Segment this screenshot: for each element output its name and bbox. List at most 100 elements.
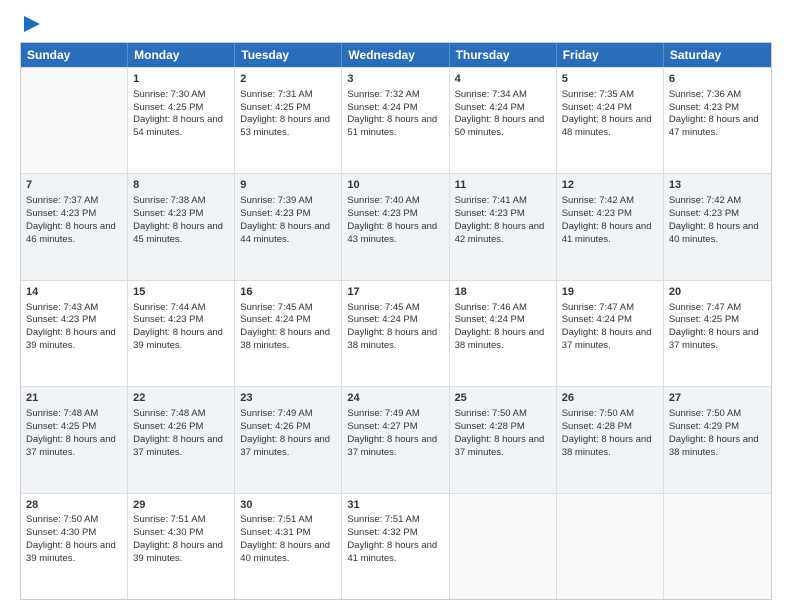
- cell-sun-info: Sunrise: 7:36 AM Sunset: 4:23 PM Dayligh…: [669, 89, 766, 140]
- calendar-header: SundayMondayTuesdayWednesdayThursdayFrid…: [21, 43, 771, 67]
- day-cell-20: 20Sunrise: 7:47 AM Sunset: 4:25 PM Dayli…: [664, 281, 771, 386]
- cell-sun-info: Sunrise: 7:40 AM Sunset: 4:23 PM Dayligh…: [347, 195, 443, 246]
- cell-sun-info: Sunrise: 7:31 AM Sunset: 4:25 PM Dayligh…: [240, 89, 336, 140]
- cell-sun-info: Sunrise: 7:51 AM Sunset: 4:30 PM Dayligh…: [133, 514, 229, 565]
- cell-sun-info: Sunrise: 7:34 AM Sunset: 4:24 PM Dayligh…: [455, 89, 551, 140]
- day-cell-23: 23Sunrise: 7:49 AM Sunset: 4:26 PM Dayli…: [235, 387, 342, 492]
- cell-sun-info: Sunrise: 7:45 AM Sunset: 4:24 PM Dayligh…: [240, 302, 336, 353]
- day-number: 20: [669, 285, 766, 300]
- cell-sun-info: Sunrise: 7:42 AM Sunset: 4:23 PM Dayligh…: [669, 195, 766, 246]
- day-cell-3: 3Sunrise: 7:32 AM Sunset: 4:24 PM Daylig…: [342, 68, 449, 173]
- day-cell-16: 16 Sunrise: 7:45 AM Sunset: 4:24 PM Dayli…: [235, 281, 342, 386]
- calendar-week-5: 28Sunrise: 7:50 AM Sunset: 4:30 PM Dayli…: [21, 493, 771, 599]
- calendar-week-1: 1Sunrise: 7:30 AM Sunset: 4:25 PM Daylig…: [21, 67, 771, 173]
- header-day-tuesday: Tuesday: [235, 43, 342, 67]
- day-cell-5: 5 Sunrise: 7:35 AM Sunset: 4:24 PM Daylig…: [557, 68, 664, 173]
- page-header: [20, 16, 772, 32]
- day-cell-14: 14 Sunrise: 7:43 AM Sunset: 4:23 PM Dayli…: [21, 281, 128, 386]
- day-cell-29: 29Sunrise: 7:51 AM Sunset: 4:30 PM Dayli…: [128, 494, 235, 599]
- empty-cell: [450, 494, 557, 599]
- day-number: 23: [240, 391, 336, 406]
- cell-sun-info: Sunrise: 7:50 AM Sunset: 4:28 PM Dayligh…: [562, 408, 658, 459]
- day-number: 28: [26, 498, 122, 513]
- cell-sun-info: Sunrise: 7:46 AM Sunset: 4:24 PM Dayligh…: [455, 302, 551, 353]
- day-number: 15: [133, 285, 229, 300]
- cell-sun-info: Sunrise: 7:38 AM Sunset: 4:23 PM Dayligh…: [133, 195, 229, 246]
- day-number: 5: [562, 72, 658, 87]
- day-cell-9: 9Sunrise: 7:39 AM Sunset: 4:23 PM Daylig…: [235, 174, 342, 279]
- day-cell-21: 21 Sunrise: 7:48 AM Sunset: 4:25 PM Dayli…: [21, 387, 128, 492]
- cell-sun-info: Sunrise: 7:51 AM Sunset: 4:32 PM Dayligh…: [347, 514, 443, 565]
- day-cell-28: 28Sunrise: 7:50 AM Sunset: 4:30 PM Dayli…: [21, 494, 128, 599]
- header-day-wednesday: Wednesday: [342, 43, 449, 67]
- day-number: 25: [455, 391, 551, 406]
- calendar: SundayMondayTuesdayWednesdayThursdayFrid…: [20, 42, 772, 600]
- calendar-week-4: 21 Sunrise: 7:48 AM Sunset: 4:25 PM Dayli…: [21, 386, 771, 492]
- day-cell-31: 31Sunrise: 7:51 AM Sunset: 4:32 PM Dayli…: [342, 494, 449, 599]
- day-number: 2: [240, 72, 336, 87]
- day-number: 18: [455, 285, 551, 300]
- day-number: 1: [133, 72, 229, 87]
- day-cell-2: 2 Sunrise: 7:31 AM Sunset: 4:25 PM Daylig…: [235, 68, 342, 173]
- day-cell-24: 24 Sunrise: 7:49 AM Sunset: 4:27 PM Dayli…: [342, 387, 449, 492]
- day-cell-1: 1Sunrise: 7:30 AM Sunset: 4:25 PM Daylig…: [128, 68, 235, 173]
- day-cell-10: 10 Sunrise: 7:40 AM Sunset: 4:23 PM Dayli…: [342, 174, 449, 279]
- cell-sun-info: Sunrise: 7:50 AM Sunset: 4:29 PM Dayligh…: [669, 408, 766, 459]
- day-cell-11: 11 Sunrise: 7:41 AM Sunset: 4:23 PM Dayli…: [450, 174, 557, 279]
- day-number: 19: [562, 285, 658, 300]
- cell-sun-info: Sunrise: 7:48 AM Sunset: 4:25 PM Dayligh…: [26, 408, 122, 459]
- day-number: 27: [669, 391, 766, 406]
- cell-sun-info: Sunrise: 7:50 AM Sunset: 4:30 PM Dayligh…: [26, 514, 122, 565]
- day-number: 11: [455, 178, 551, 193]
- day-number: 16: [240, 285, 336, 300]
- day-number: 6: [669, 72, 766, 87]
- cell-sun-info: Sunrise: 7:48 AM Sunset: 4:26 PM Dayligh…: [133, 408, 229, 459]
- day-number: 7: [26, 178, 122, 193]
- cell-sun-info: Sunrise: 7:49 AM Sunset: 4:27 PM Dayligh…: [347, 408, 443, 459]
- cell-sun-info: Sunrise: 7:39 AM Sunset: 4:23 PM Dayligh…: [240, 195, 336, 246]
- cell-sun-info: Sunrise: 7:43 AM Sunset: 4:23 PM Dayligh…: [26, 302, 122, 353]
- day-number: 24: [347, 391, 443, 406]
- header-day-saturday: Saturday: [664, 43, 771, 67]
- day-cell-25: 25Sunrise: 7:50 AM Sunset: 4:28 PM Dayli…: [450, 387, 557, 492]
- header-day-sunday: Sunday: [21, 43, 128, 67]
- header-day-monday: Monday: [128, 43, 235, 67]
- day-cell-17: 17Sunrise: 7:45 AM Sunset: 4:24 PM Dayli…: [342, 281, 449, 386]
- day-number: 29: [133, 498, 229, 513]
- cell-sun-info: Sunrise: 7:35 AM Sunset: 4:24 PM Dayligh…: [562, 89, 658, 140]
- header-day-thursday: Thursday: [450, 43, 557, 67]
- day-cell-15: 15Sunrise: 7:44 AM Sunset: 4:23 PM Dayli…: [128, 281, 235, 386]
- day-number: 14: [26, 285, 122, 300]
- empty-cell: [21, 68, 128, 173]
- day-cell-27: 27 Sunrise: 7:50 AM Sunset: 4:29 PM Dayli…: [664, 387, 771, 492]
- day-cell-18: 18 Sunrise: 7:46 AM Sunset: 4:24 PM Dayli…: [450, 281, 557, 386]
- empty-cell: [557, 494, 664, 599]
- day-number: 4: [455, 72, 551, 87]
- day-cell-30: 30Sunrise: 7:51 AM Sunset: 4:31 PM Dayli…: [235, 494, 342, 599]
- cell-sun-info: Sunrise: 7:37 AM Sunset: 4:23 PM Dayligh…: [26, 195, 122, 246]
- calendar-body: 1Sunrise: 7:30 AM Sunset: 4:25 PM Daylig…: [21, 67, 771, 599]
- logo: [20, 16, 40, 32]
- day-cell-26: 26Sunrise: 7:50 AM Sunset: 4:28 PM Dayli…: [557, 387, 664, 492]
- cell-sun-info: Sunrise: 7:41 AM Sunset: 4:23 PM Dayligh…: [455, 195, 551, 246]
- day-number: 10: [347, 178, 443, 193]
- day-number: 31: [347, 498, 443, 513]
- calendar-week-2: 7 Sunrise: 7:37 AM Sunset: 4:23 PM Daylig…: [21, 173, 771, 279]
- cell-sun-info: Sunrise: 7:45 AM Sunset: 4:24 PM Dayligh…: [347, 302, 443, 353]
- day-number: 21: [26, 391, 122, 406]
- header-day-friday: Friday: [557, 43, 664, 67]
- day-cell-19: 19Sunrise: 7:47 AM Sunset: 4:24 PM Dayli…: [557, 281, 664, 386]
- day-cell-7: 7 Sunrise: 7:37 AM Sunset: 4:23 PM Daylig…: [21, 174, 128, 279]
- day-cell-4: 4 Sunrise: 7:34 AM Sunset: 4:24 PM Daylig…: [450, 68, 557, 173]
- day-number: 30: [240, 498, 336, 513]
- day-cell-8: 8Sunrise: 7:38 AM Sunset: 4:23 PM Daylig…: [128, 174, 235, 279]
- day-cell-13: 13Sunrise: 7:42 AM Sunset: 4:23 PM Dayli…: [664, 174, 771, 279]
- day-cell-12: 12Sunrise: 7:42 AM Sunset: 4:23 PM Dayli…: [557, 174, 664, 279]
- logo-triangle-icon: [24, 16, 40, 32]
- day-number: 12: [562, 178, 658, 193]
- day-number: 22: [133, 391, 229, 406]
- cell-sun-info: Sunrise: 7:51 AM Sunset: 4:31 PM Dayligh…: [240, 514, 336, 565]
- empty-cell: [664, 494, 771, 599]
- day-cell-22: 22 Sunrise: 7:48 AM Sunset: 4:26 PM Dayli…: [128, 387, 235, 492]
- calendar-week-3: 14 Sunrise: 7:43 AM Sunset: 4:23 PM Dayli…: [21, 280, 771, 386]
